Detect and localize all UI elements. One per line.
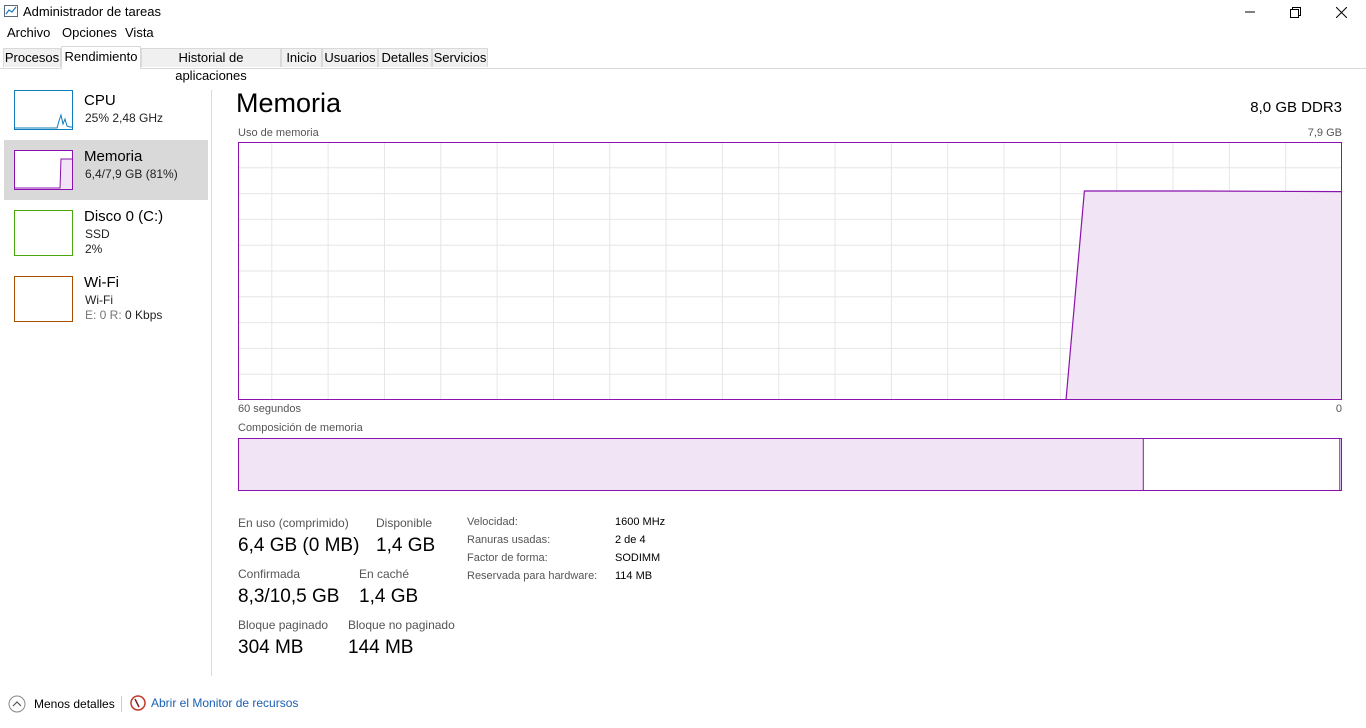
- wifi-title: Wi-Fi: [84, 274, 119, 291]
- composition-in-use: [238, 438, 1144, 491]
- page-title: Memoria: [236, 88, 342, 118]
- memory-sparkline: [15, 158, 72, 189]
- cpu-thumbnail: [14, 90, 73, 130]
- usage-graph-max: 7,9 GB: [1307, 127, 1342, 139]
- sidebar-item-memory[interactable]: Memoria 6,4/7,9 GB (81%): [4, 140, 208, 200]
- hardware-reserved-label: Reservada para hardware:: [467, 570, 598, 582]
- memory-composition-bar: [238, 438, 1342, 491]
- resource-monitor-icon: [130, 695, 146, 711]
- chevron-up-icon: [8, 695, 26, 713]
- fewer-details-button[interactable]: Menos detalles: [8, 695, 115, 713]
- committed-value: 8,3/10,5 GB: [238, 586, 340, 607]
- disk-title: Disco 0 (C:): [84, 208, 164, 225]
- menu-bar: Archivo Opciones Vista: [0, 24, 1366, 44]
- resource-monitor-label: Abrir el Monitor de recursos: [151, 696, 299, 710]
- committed-label: Confirmada: [238, 567, 301, 581]
- menu-opciones[interactable]: Opciones: [62, 25, 117, 40]
- disk-subtitle-usage: 2%: [85, 242, 103, 256]
- slots-value: 2 de 4: [615, 534, 646, 546]
- window-title: Administrador de tareas: [23, 4, 162, 19]
- minimize-button[interactable]: [1227, 0, 1273, 24]
- form-factor-label: Factor de forma:: [467, 552, 548, 564]
- fewer-details-label: Menos detalles: [34, 697, 115, 711]
- tab-historial[interactable]: Historial de aplicaciones: [141, 48, 281, 83]
- memory-subtitle: 6,4/7,9 GB (81%): [85, 167, 178, 181]
- footer-divider: [121, 696, 122, 712]
- hardware-reserved-value: 114 MB: [615, 570, 653, 582]
- nonpaged-pool-value: 144 MB: [348, 637, 414, 658]
- close-button[interactable]: [1318, 0, 1364, 24]
- in-use-label: En uso (comprimido): [238, 516, 349, 530]
- form-factor-value: SODIMM: [615, 552, 661, 564]
- maximize-button[interactable]: [1272, 0, 1318, 24]
- sidebar-item-wifi[interactable]: Wi-Fi Wi-Fi E: 0 R: 0 Kbps: [4, 266, 208, 328]
- memory-usage-graph: [238, 142, 1342, 400]
- sidebar-divider: [211, 90, 212, 676]
- wifi-thumbnail: [14, 276, 73, 322]
- disk-subtitle-type: SSD: [85, 227, 110, 241]
- footer-bar: Menos detalles Abrir el Monitor de recur…: [0, 690, 1366, 718]
- memory-title: Memoria: [84, 148, 143, 165]
- sidebar-item-disk[interactable]: Disco 0 (C:) SSD 2%: [4, 200, 208, 264]
- paged-pool-label: Bloque paginado: [238, 618, 329, 632]
- tab-procesos[interactable]: Procesos: [3, 48, 61, 67]
- tab-servicios[interactable]: Servicios: [432, 48, 488, 67]
- close-icon: [1335, 6, 1347, 18]
- available-value: 1,4 GB: [376, 535, 436, 556]
- minimize-icon: [1245, 11, 1255, 13]
- menu-archivo[interactable]: Archivo: [7, 25, 50, 40]
- available-label: Disponible: [376, 516, 433, 530]
- maximize-icon: [1289, 6, 1301, 18]
- tab-detalles[interactable]: Detalles: [378, 48, 432, 67]
- speed-value: 1600 MHz: [615, 516, 666, 528]
- sidebar-item-cpu[interactable]: CPU 25% 2,48 GHz: [4, 84, 208, 140]
- cpu-sparkline: [15, 113, 72, 129]
- wifi-throughput-value: 0 Kbps: [125, 308, 163, 322]
- cpu-title: CPU: [84, 92, 116, 109]
- memory-thumbnail: [14, 150, 73, 190]
- title-bar: Administrador de tareas: [0, 0, 1366, 24]
- wifi-subtitle-name: Wi-Fi: [85, 293, 113, 307]
- composition-label: Composición de memoria: [238, 422, 363, 434]
- disk-thumbnail: [14, 210, 73, 256]
- task-manager-icon: [4, 5, 18, 17]
- time-axis-left: 60 segundos: [238, 403, 301, 415]
- cpu-subtitle: 25% 2,48 GHz: [85, 111, 164, 125]
- cached-value: 1,4 GB: [359, 586, 419, 607]
- time-axis-right: 0: [1335, 403, 1342, 415]
- memory-spec: 8,0 GB DDR3: [1250, 99, 1342, 116]
- wifi-subtitle-throughput: E: 0 R: 0 Kbps: [85, 308, 162, 322]
- menu-vista[interactable]: Vista: [125, 25, 154, 40]
- usage-area: [1066, 190, 1342, 400]
- resource-sidebar: CPU 25% 2,48 GHz Memoria 6,4/7,9 GB (81%…: [0, 80, 210, 675]
- nonpaged-pool-label: Bloque no paginado: [348, 618, 455, 632]
- in-use-value: 6,4 GB (0 MB): [238, 535, 360, 556]
- paged-pool-value: 304 MB: [238, 637, 304, 658]
- tab-inicio[interactable]: Inicio: [281, 48, 322, 67]
- slots-label: Ranuras usadas:: [467, 534, 551, 546]
- cached-label: En caché: [359, 567, 410, 581]
- tab-rendimiento[interactable]: Rendimiento: [61, 46, 141, 69]
- tab-bar: Procesos Rendimiento Historial de aplica…: [0, 46, 1366, 83]
- wifi-send-receive-label: E: 0 R:: [85, 308, 126, 322]
- open-resource-monitor-link[interactable]: Abrir el Monitor de recursos: [130, 695, 298, 711]
- tab-usuarios[interactable]: Usuarios: [322, 48, 378, 67]
- speed-label: Velocidad:: [467, 516, 518, 528]
- usage-graph-label: Uso de memoria: [238, 127, 319, 139]
